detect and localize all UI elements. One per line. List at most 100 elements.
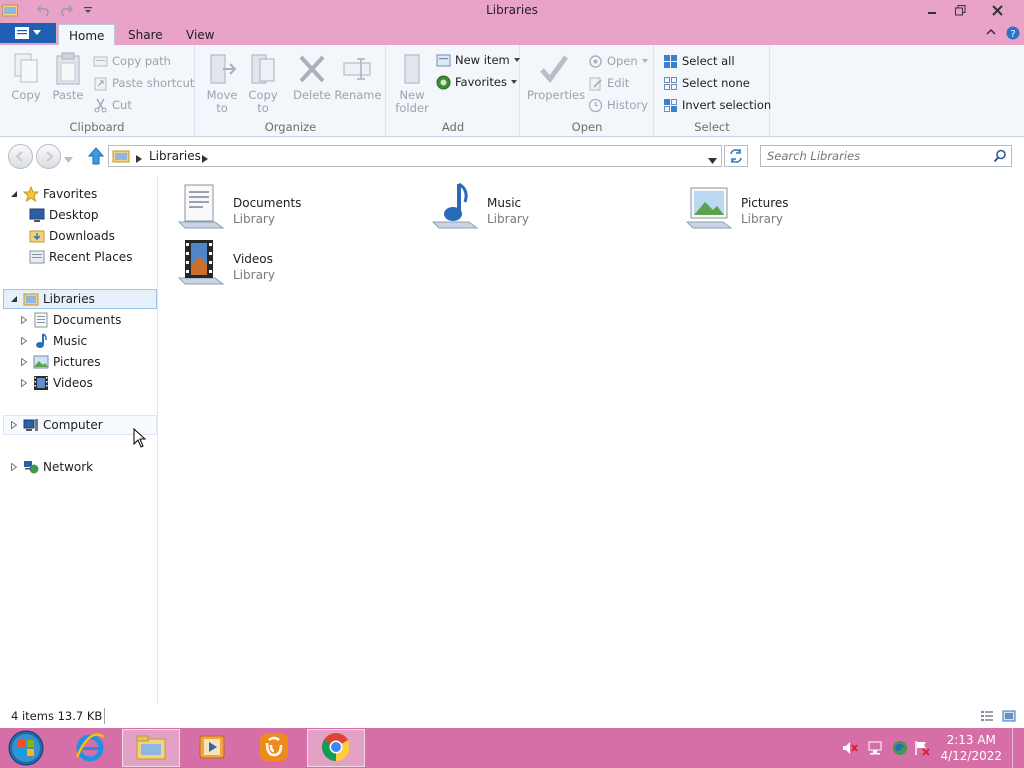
nav-music[interactable]: Music <box>19 331 87 351</box>
tab-view[interactable]: View <box>176 24 224 45</box>
taskbar-chrome[interactable] <box>307 729 365 767</box>
copy-path-button[interactable]: Copy path <box>93 51 171 71</box>
back-button[interactable] <box>8 144 33 169</box>
copy-button[interactable]: Copy <box>5 51 47 102</box>
expand-arrow-icon[interactable] <box>9 462 19 472</box>
large-icons-view-icon[interactable] <box>1002 709 1016 723</box>
action-center-flag-icon[interactable] <box>914 740 930 756</box>
cut-button[interactable]: Cut <box>93 95 132 115</box>
open-button[interactable]: Open <box>588 51 648 71</box>
delete-button[interactable]: Delete <box>291 51 333 102</box>
properties-button[interactable]: Properties <box>527 51 585 102</box>
library-documents[interactable]: Documents Library <box>175 182 301 234</box>
copy-to-button[interactable]: Copy to <box>242 51 284 115</box>
expand-arrow-icon[interactable] <box>9 420 19 430</box>
library-pictures[interactable]: Pictures Library <box>683 182 789 234</box>
paste-button[interactable]: Paste <box>47 51 89 102</box>
library-music[interactable]: Music Library <box>429 182 529 234</box>
start-button[interactable] <box>6 729 46 767</box>
taskbar-uc-browser[interactable] <box>245 729 303 767</box>
details-view-icon[interactable] <box>980 709 994 723</box>
search-input[interactable] <box>767 148 987 164</box>
file-menu-button[interactable] <box>0 23 56 43</box>
new-folder-button[interactable]: New folder <box>391 51 433 115</box>
breadcrumb-chevron-icon[interactable] <box>202 152 208 166</box>
nav-recent-places[interactable]: Recent Places <box>29 247 132 267</box>
taskbar-media-player[interactable] <box>183 729 241 767</box>
cut-label: Cut <box>112 98 132 112</box>
tab-home[interactable]: Home <box>58 24 116 45</box>
nav-network[interactable]: Network <box>9 457 93 477</box>
up-arrow-icon[interactable] <box>87 147 105 165</box>
edit-button[interactable]: Edit <box>588 73 629 93</box>
select-all-icon <box>663 54 678 69</box>
show-desktop-button[interactable] <box>1012 728 1024 768</box>
clock-time: 2:13 AM <box>946 733 996 747</box>
collapse-arrow-icon[interactable] <box>9 294 19 304</box>
videos-library-icon <box>175 238 227 288</box>
expand-arrow-icon[interactable] <box>19 315 29 325</box>
search-box[interactable] <box>760 145 1012 167</box>
pictures-icon <box>33 354 49 370</box>
downloads-folder-icon <box>29 228 45 244</box>
nav-pictures[interactable]: Pictures <box>19 352 101 372</box>
minimize-button[interactable] <box>918 0 946 20</box>
library-videos[interactable]: Videos Library <box>175 238 275 290</box>
title-bar: Libraries <box>0 0 1024 21</box>
close-button[interactable] <box>974 0 1020 20</box>
breadcrumb-libraries[interactable]: Libraries <box>149 149 201 163</box>
nav-desktop[interactable]: Desktop <box>29 205 99 225</box>
nav-libraries[interactable]: Libraries <box>3 289 157 309</box>
history-button[interactable]: History <box>588 95 648 115</box>
network-icon <box>23 459 39 475</box>
taskbar-clock[interactable]: 2:13 AM 4/12/2022 <box>940 732 1002 764</box>
select-all-button[interactable]: Select all <box>663 51 735 71</box>
move-to-button[interactable]: Move to <box>201 51 243 115</box>
nav-downloads-label: Downloads <box>49 229 115 243</box>
globe-tray-icon[interactable] <box>892 740 908 756</box>
pictures-library-icon <box>683 182 735 232</box>
navigation-bar: Libraries <box>0 138 1024 174</box>
edit-label: Edit <box>607 76 630 90</box>
search-icon[interactable] <box>993 149 1007 163</box>
open-group-label: Open <box>571 120 603 134</box>
copy-icon <box>9 51 43 87</box>
volume-muted-icon[interactable] <box>842 740 858 756</box>
taskbar-file-explorer[interactable] <box>122 729 180 767</box>
copy-to-label-2: to <box>257 101 269 115</box>
nav-videos[interactable]: Videos <box>19 373 93 393</box>
network-tray-icon[interactable] <box>867 740 883 756</box>
rename-button[interactable]: Rename <box>334 51 382 102</box>
expand-arrow-icon[interactable] <box>19 357 29 367</box>
minimize-ribbon-icon[interactable] <box>985 26 999 40</box>
paste-shortcut-button[interactable]: Paste shortcut <box>93 73 194 93</box>
forward-button[interactable] <box>36 144 61 169</box>
uc-browser-icon <box>258 731 290 766</box>
select-none-button[interactable]: Select none <box>663 73 750 93</box>
nav-documents[interactable]: Documents <box>19 310 121 330</box>
recent-locations-icon[interactable] <box>64 153 73 163</box>
tab-share[interactable]: Share <box>118 24 173 45</box>
clipboard-group-label: Clipboard <box>69 120 125 134</box>
favorites-button[interactable]: Favorites <box>436 72 517 92</box>
collapse-arrow-icon[interactable] <box>9 189 19 199</box>
scissors-icon <box>93 98 108 113</box>
address-bar[interactable]: Libraries <box>108 145 722 167</box>
taskbar-internet-explorer[interactable] <box>61 729 119 767</box>
expand-arrow-icon[interactable] <box>19 336 29 346</box>
help-icon[interactable]: ? <box>1006 26 1020 40</box>
file-explorer-icon <box>135 732 167 765</box>
status-bar: 4 items 13.7 KB <box>0 704 1024 728</box>
new-item-label: New item <box>455 53 510 67</box>
library-type: Library <box>233 268 275 282</box>
nav-downloads[interactable]: Downloads <box>29 226 115 246</box>
expand-arrow-icon[interactable] <box>19 378 29 388</box>
refresh-button[interactable] <box>724 145 748 167</box>
breadcrumb-separator-icon[interactable] <box>136 152 142 166</box>
invert-selection-button[interactable]: Invert selection <box>663 95 771 115</box>
new-item-button[interactable]: New item <box>436 50 520 70</box>
nav-favorites[interactable]: Favorites <box>9 184 97 204</box>
maximize-button[interactable] <box>946 0 974 20</box>
add-group-label: Add <box>441 120 465 134</box>
address-dropdown-icon[interactable] <box>708 153 717 167</box>
